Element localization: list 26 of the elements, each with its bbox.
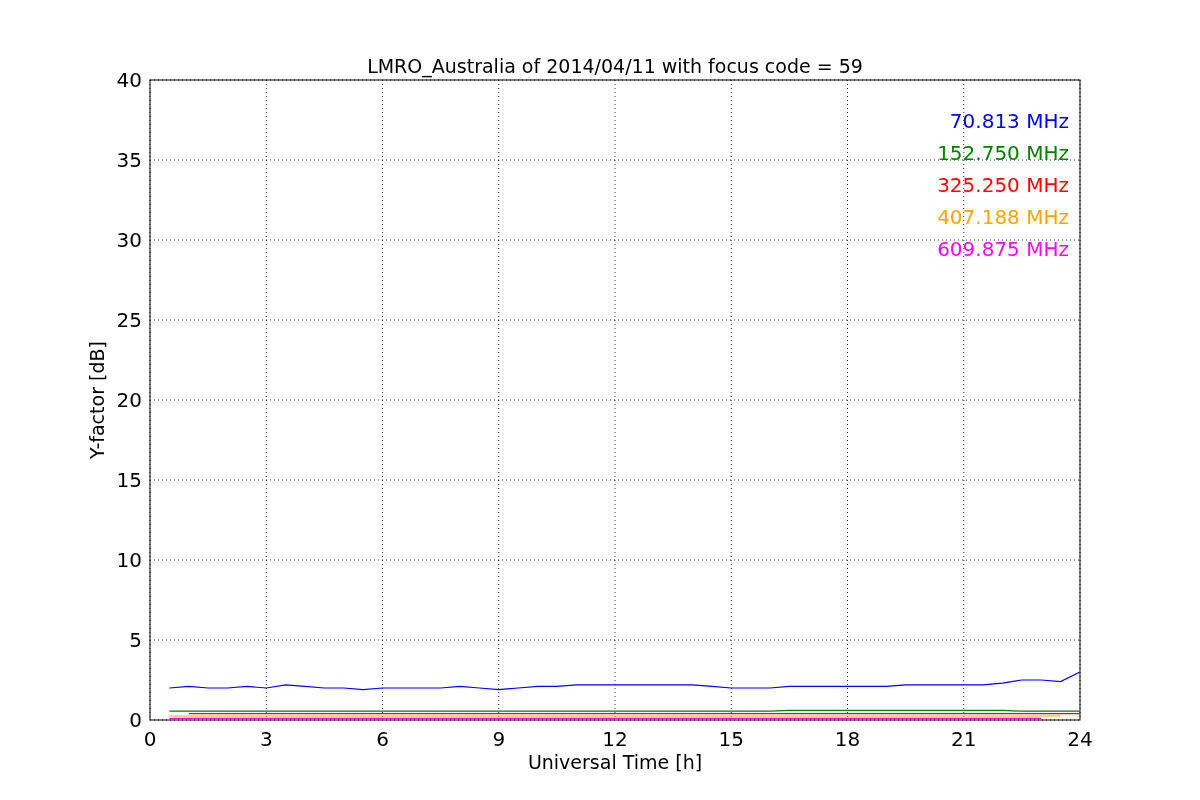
legend-label: 70.813 MHz [949,109,1069,133]
tick-label: 0 [129,708,142,732]
tick-label: 9 [492,727,506,751]
tick-label: 12 [602,727,628,751]
tick-label: 15 [116,468,142,492]
tick-label: 18 [834,727,861,751]
tick-label: 15 [718,727,744,751]
tick-label: 24 [1067,727,1093,751]
legend-label: 407.188 MHz [937,205,1069,229]
tick-label: 21 [951,727,977,751]
tick-label: 5 [129,628,142,652]
tick-label: 30 [116,228,142,252]
tick-label: 40 [116,68,142,92]
tick-label: 10 [116,548,142,572]
legend-label: 325.250 MHz [937,173,1069,197]
chart-title: LMRO_Australia of 2014/04/11 with focus code = 59 [367,55,863,77]
x-axis-label: Universal Time [h] [527,751,703,773]
tick-label: 20 [116,388,142,412]
y-axis-label: Y-factor [dB] [86,341,108,459]
tick-label: 25 [116,308,142,332]
tick-label: 35 [116,148,142,172]
tick-label: 0 [143,727,157,751]
tick-label: 3 [259,727,273,751]
tick-label: 6 [376,727,389,751]
legend-label: 609.875 MHz [937,237,1069,261]
legend-label: 152.750 MHz [937,141,1069,165]
